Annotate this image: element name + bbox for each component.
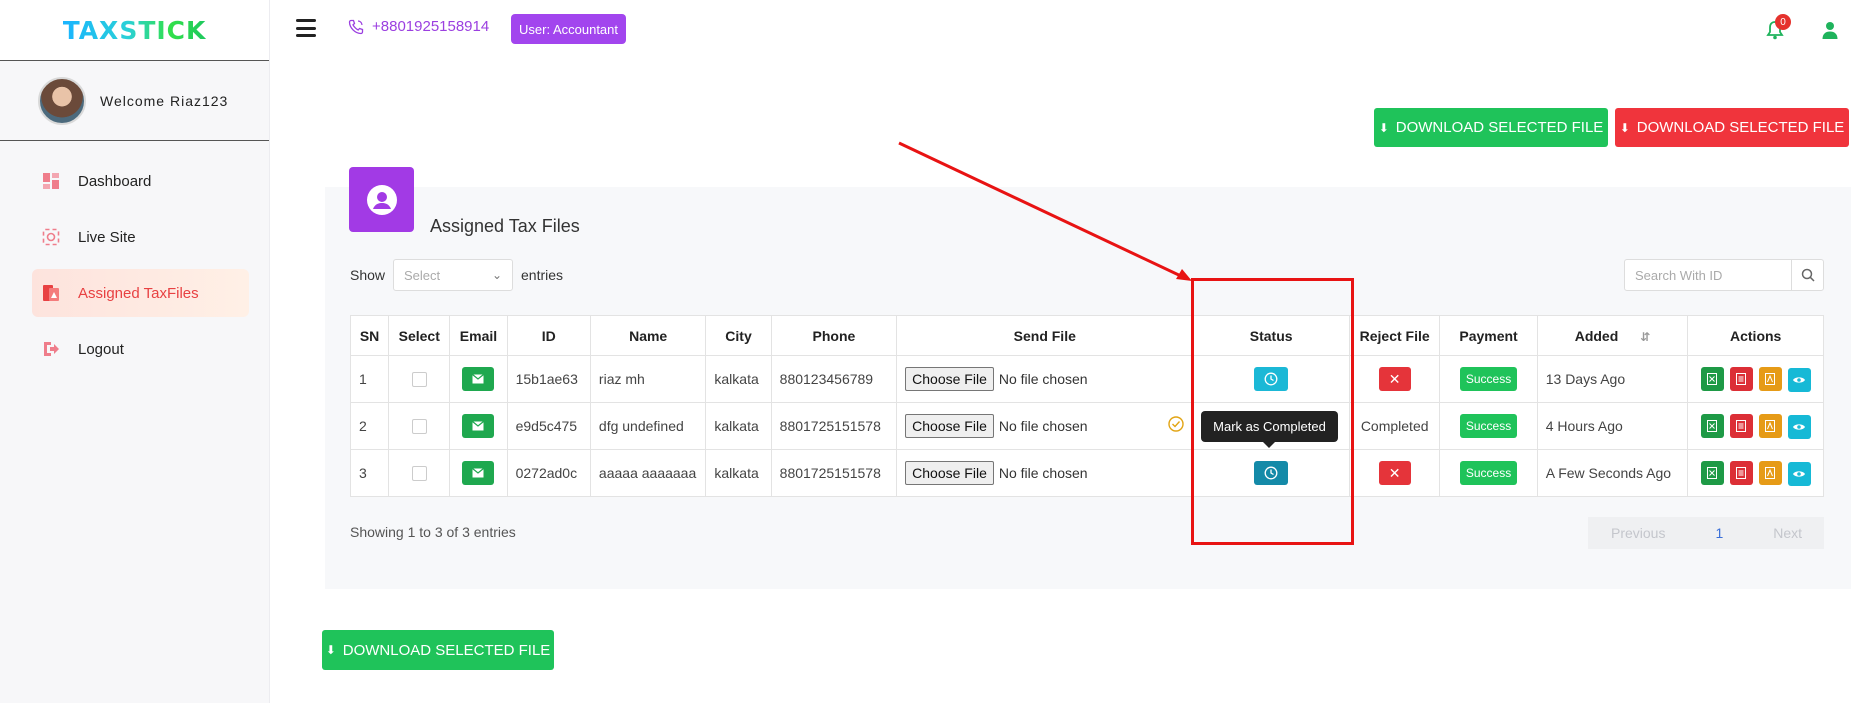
annotation-arrow [898,141,1192,281]
